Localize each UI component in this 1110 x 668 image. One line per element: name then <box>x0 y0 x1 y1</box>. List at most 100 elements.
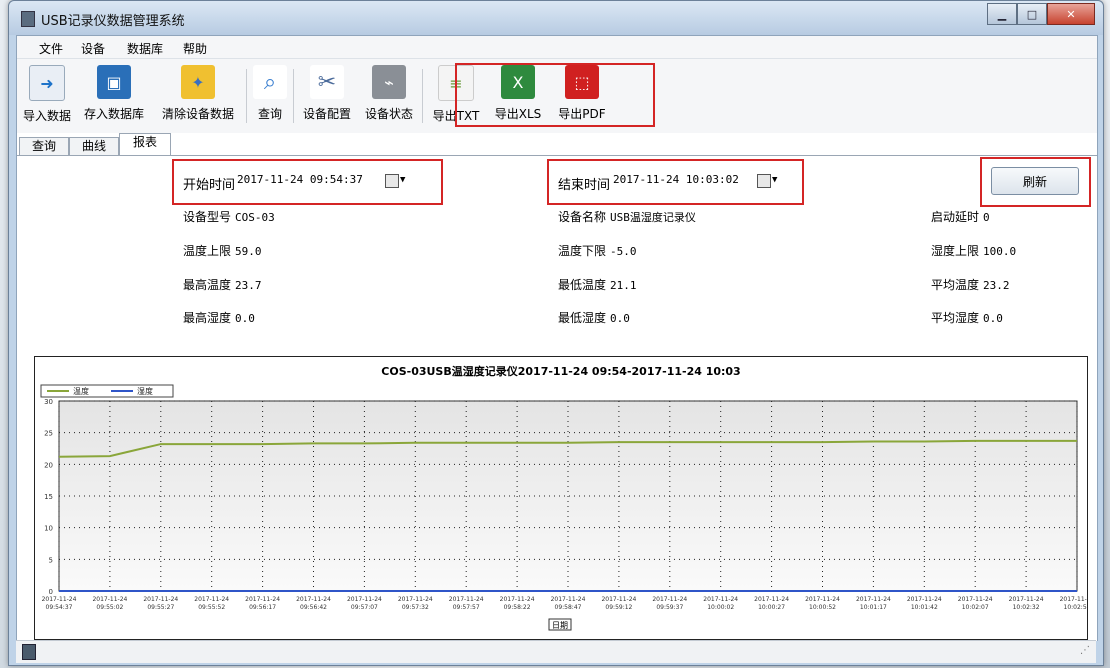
status-bar: ⋰ <box>16 640 1096 663</box>
x-tick-label: 2017-11-24 <box>703 596 738 603</box>
tab-report[interactable]: 报表 <box>119 133 171 156</box>
y-tick-label: 5 <box>49 556 53 564</box>
x-tick-label: 09:59:12 <box>605 604 632 611</box>
minimize-button[interactable]: ▁ <box>987 3 1017 25</box>
temperature-humidity-chart: COS-03USB温湿度记录仪2017-11-24 09:54-2017-11-… <box>34 356 1095 640</box>
app-window: USB记录仪数据管理系统 ▁ □ ✕ 文件 设备 数据库 帮助 ➜ 导入数据 ▣… <box>8 0 1104 666</box>
end-time-label: 结束时间 <box>558 178 611 193</box>
y-axis: 0 5 10 15 20 25 30 <box>44 398 53 596</box>
x-tick-label: 2017-11-24 <box>856 596 891 603</box>
x-tick-label: 09:58:22 <box>504 604 531 611</box>
chevron-down-icon[interactable]: ▼ <box>400 170 405 190</box>
y-tick-label: 10 <box>44 525 53 533</box>
tools-icon: ✂ <box>310 65 344 99</box>
start-time-picker[interactable]: 2017-11-24 09:54:37 ▼ <box>237 170 417 190</box>
x-tick-label: 10:02:32 <box>1013 604 1040 611</box>
x-tick-label: 09:58:47 <box>555 604 582 611</box>
clear-device-data-button[interactable]: ✦ 清除设备数据 <box>153 65 243 127</box>
x-tick-label: 2017-11-24 <box>143 596 178 603</box>
device-config-button[interactable]: ✂ 设备配置 <box>297 65 357 127</box>
chart-title: COS-03USB温湿度记录仪2017-11-24 09:54-2017-11-… <box>381 364 740 378</box>
app-icon <box>21 11 35 27</box>
x-tick-label: 10:02:57 <box>1064 604 1087 611</box>
export-highlight-box <box>455 63 655 127</box>
import-data-button[interactable]: ➜ 导入数据 <box>19 65 75 127</box>
x-tick-label: 2017-11-24 <box>551 596 586 603</box>
x-tick-label: 09:57:32 <box>402 604 429 611</box>
humidity-upper-limit: 湿度上限 100.0 <box>931 244 1017 258</box>
x-tick-label: 2017-11-24 <box>42 596 77 603</box>
x-tick-label: 2017-11-24 <box>500 596 535 603</box>
x-axis: 2017-11-2409:54:372017-11-2409:55:022017… <box>42 596 1095 611</box>
maximize-button[interactable]: □ <box>1017 3 1047 25</box>
x-tick-label: 2017-11-24 <box>92 596 127 603</box>
menu-help[interactable]: 帮助 <box>183 40 207 57</box>
x-tick-label: 2017-11-24 <box>652 596 687 603</box>
status-icon <box>22 644 36 660</box>
x-tick-label: 2017-11-24 <box>194 596 229 603</box>
floppy-disk-icon: ▣ <box>97 65 131 99</box>
x-tick-label: 10:00:02 <box>707 604 734 611</box>
import-icon: ➜ <box>29 65 65 101</box>
temp-lower-limit: 温度下限 -5.0 <box>558 244 637 258</box>
resize-grip-icon[interactable]: ⋰ <box>1080 645 1090 656</box>
x-tick-label: 10:02:07 <box>962 604 989 611</box>
device-model: 设备型号 COS-03 <box>183 210 275 224</box>
y-tick-label: 15 <box>44 493 53 501</box>
title-bar[interactable]: USB记录仪数据管理系统 ▁ □ ✕ <box>9 1 1103 35</box>
x-tick-label: 2017-11-24 <box>296 596 331 603</box>
y-tick-label: 0 <box>49 588 53 596</box>
y-tick-label: 25 <box>44 430 53 438</box>
tab-query[interactable]: 查询 <box>19 137 69 155</box>
x-tick-label: 10:00:27 <box>758 604 785 611</box>
save-to-database-button[interactable]: ▣ 存入数据库 <box>77 65 151 127</box>
query-button[interactable]: ⌕ 查询 <box>249 65 291 127</box>
x-tick-label: 09:59:37 <box>656 604 683 611</box>
start-time-label: 开始时间 <box>183 178 236 193</box>
legend-entry: 湿度 <box>137 386 153 396</box>
y-tick-label: 20 <box>44 461 53 469</box>
broom-icon: ✦ <box>181 65 215 99</box>
refresh-button[interactable]: 刷新 <box>991 167 1079 195</box>
menu-database[interactable]: 数据库 <box>127 40 163 57</box>
x-tick-label: 09:56:17 <box>249 604 276 611</box>
legend-entry: 温度 <box>73 386 89 396</box>
max-humidity: 最高湿度 0.0 <box>183 311 255 325</box>
x-tick-label: 2017-11-24 <box>1060 596 1087 603</box>
x-tick-label: 09:56:42 <box>300 604 327 611</box>
x-tick-label: 2017-11-24 <box>754 596 789 603</box>
x-tick-label: 2017-11-24 <box>347 596 382 603</box>
magnifier-icon: ⌕ <box>253 65 287 99</box>
x-axis-label: 日期 <box>552 621 568 630</box>
x-tick-label: 09:55:52 <box>198 604 225 611</box>
report-panel: 开始时间 2017-11-24 09:54:37 ▼ 结束时间 2017-11-… <box>17 155 1097 641</box>
menu-file[interactable]: 文件 <box>39 40 63 57</box>
x-tick-label: 2017-11-24 <box>805 596 840 603</box>
x-tick-label: 10:01:42 <box>911 604 938 611</box>
min-temperature: 最低温度 21.1 <box>558 278 637 292</box>
close-button[interactable]: ✕ <box>1047 3 1095 25</box>
end-time-picker[interactable]: 2017-11-24 10:03:02 ▼ <box>613 170 793 190</box>
x-tick-label: 09:57:57 <box>453 604 480 611</box>
window-title: USB记录仪数据管理系统 <box>41 14 185 29</box>
close-icon: ✕ <box>1066 7 1076 21</box>
x-tick-label: 2017-11-24 <box>245 596 280 603</box>
menu-device[interactable]: 设备 <box>81 40 105 57</box>
x-tick-label: 2017-11-24 <box>398 596 433 603</box>
tab-strip: 查询 曲线 报表 <box>17 133 1097 156</box>
device-status-button[interactable]: ⌁ 设备状态 <box>359 65 419 127</box>
calendar-icon[interactable] <box>385 174 399 188</box>
avg-humidity: 平均湿度 0.0 <box>931 311 1003 325</box>
x-tick-label: 10:00:52 <box>809 604 836 611</box>
calendar-icon[interactable] <box>757 174 771 188</box>
x-tick-label: 2017-11-24 <box>449 596 484 603</box>
x-tick-label: 2017-11-24 <box>907 596 942 603</box>
chevron-down-icon[interactable]: ▼ <box>772 170 777 190</box>
x-tick-label: 09:57:07 <box>351 604 378 611</box>
temp-upper-limit: 温度上限 59.0 <box>183 244 262 258</box>
start-delay: 启动延时 0 <box>931 210 990 224</box>
client-area: 文件 设备 数据库 帮助 ➜ 导入数据 ▣ 存入数据库 ✦ 清除设备数据 ⌕ 查… <box>16 35 1098 641</box>
tab-curve[interactable]: 曲线 <box>69 137 119 155</box>
x-tick-label: 09:55:02 <box>96 604 123 611</box>
avg-temperature: 平均温度 23.2 <box>931 278 1010 292</box>
